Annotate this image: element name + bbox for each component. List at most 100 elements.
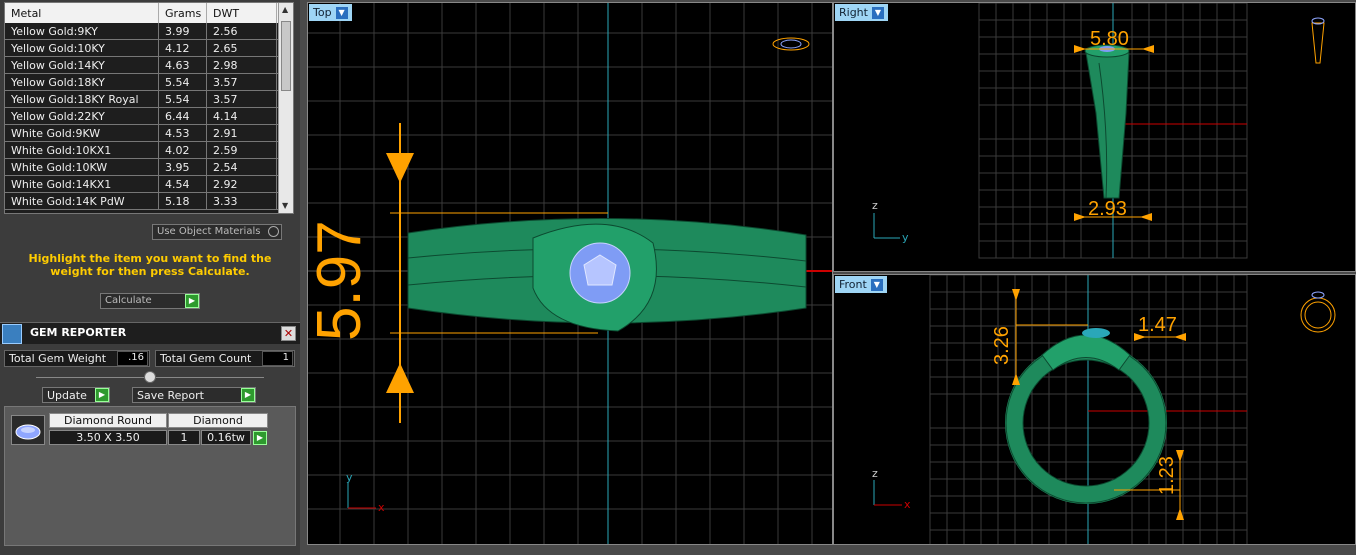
total-gem-weight-value: .16: [117, 351, 148, 366]
axis-triad-top: y x: [346, 471, 385, 514]
metal-name: Yellow Gold:9KY: [5, 23, 159, 39]
app-window: Metal Grams DWT Yellow Gold:9KY 3.99 2.56 Y…: [0, 0, 1356, 555]
dimension-front-left-value: 3.26: [991, 326, 1013, 365]
metal-dwt: 2.54: [207, 159, 277, 175]
table-row[interactable]: Yellow Gold:10KY 4.12 2.65: [5, 40, 293, 57]
use-object-materials-label: Use Object Materials: [157, 226, 261, 237]
metal-dwt: 2.91: [207, 125, 277, 141]
gem-reporter-title: GEM REPORTER: [30, 326, 127, 339]
viewport-right[interactable]: Right ▼ 5.80 2.93 z y: [833, 2, 1356, 272]
left-panel: Metal Grams DWT Yellow Gold:9KY 3.99 2.56 Y…: [0, 0, 300, 555]
axis-top-x-label: x: [378, 501, 385, 514]
metal-table-body: Yellow Gold:9KY 3.99 2.56 Yellow Gold:10KY 4…: [5, 23, 293, 210]
viewport-front-name: Front: [839, 278, 867, 291]
gem-material[interactable]: Diamond: [168, 413, 268, 428]
axis-top-y-label: y: [346, 471, 353, 484]
table-row[interactable]: Yellow Gold:18KY Royal 5.54 3.57: [5, 91, 293, 108]
metal-dwt: 4.14: [207, 108, 277, 124]
table-row[interactable]: Yellow Gold:18KY 5.54 3.57: [5, 74, 293, 91]
metal-name: Yellow Gold:18KY: [5, 74, 159, 90]
ring-front-view[interactable]: [1005, 328, 1167, 504]
scroll-down-icon[interactable]: ▼: [282, 201, 288, 210]
metal-table-scrollbar[interactable]: ▲ ▼: [278, 3, 293, 213]
chevron-down-icon[interactable]: ▼: [871, 6, 884, 19]
viewport-right-name: Right: [839, 6, 868, 19]
metal-grams: 5.18: [159, 193, 207, 209]
toggle-icon: [268, 226, 279, 237]
dimension-front-right-value: 1.47: [1138, 314, 1177, 336]
save-report-go-icon[interactable]: ▶: [241, 388, 255, 402]
metal-name: Yellow Gold:14KY: [5, 57, 159, 73]
metal-grams: 3.95: [159, 159, 207, 175]
gem-go-icon[interactable]: ▶: [253, 431, 267, 445]
metal-name: White Gold:9KW: [5, 125, 159, 141]
update-go-icon[interactable]: ▶: [95, 388, 109, 402]
total-gem-count-value: 1: [262, 351, 293, 366]
update-label: Update: [47, 389, 87, 402]
viewport-front[interactable]: Front ▼ 3.26 1.47 1.23 z x: [833, 274, 1356, 545]
dimension-right-bottom-value: 2.93: [1088, 198, 1127, 220]
metal-dwt: 2.56: [207, 23, 277, 39]
metal-name: White Gold:14K PdW: [5, 193, 159, 209]
slider-handle[interactable]: [144, 371, 156, 383]
viewport-top-label[interactable]: Top ▼: [309, 4, 352, 21]
round-diamond-icon: [15, 424, 41, 440]
chevron-down-icon[interactable]: ▼: [870, 278, 883, 291]
axis-right-y-label: y: [902, 231, 909, 244]
metal-grams: 4.12: [159, 40, 207, 56]
viewport-right-canvas: 5.80 2.93 z y: [872, 3, 1325, 259]
metal-weight-table: Metal Grams DWT Yellow Gold:9KY 3.99 2.56 Y…: [4, 2, 294, 214]
instruction-text: Highlight the item you want to find the …: [28, 252, 272, 278]
scroll-up-icon[interactable]: ▲: [282, 5, 288, 14]
metal-name: Yellow Gold:22KY: [5, 108, 159, 124]
metal-grams: 5.54: [159, 91, 207, 107]
gem-weight: 0.16tw: [201, 430, 251, 445]
table-row[interactable]: White Gold:10KX1 4.02 2.59: [5, 142, 293, 159]
save-report-button[interactable]: Save Report: [132, 387, 256, 403]
metal-dwt: 2.59: [207, 142, 277, 158]
dimension-right-top-value: 5.80: [1090, 28, 1129, 50]
axis-right-z-label: z: [872, 199, 878, 212]
gem-shape[interactable]: Diamond Round: [49, 413, 167, 428]
metal-dwt: 3.57: [207, 91, 277, 107]
metal-grams: 4.54: [159, 176, 207, 192]
ring-side-icon: [1311, 17, 1325, 64]
gem-reporter-titlebar: GEM REPORTER ✕: [0, 322, 300, 344]
total-gem-weight-label: Total Gem Weight: [9, 352, 107, 365]
viewport-right-label[interactable]: Right ▼: [835, 4, 888, 21]
axis-front-z-label: z: [872, 467, 878, 480]
table-row[interactable]: White Gold:14K PdW 5.18 3.33: [5, 193, 293, 210]
table-row[interactable]: Yellow Gold:22KY 6.44 4.14: [5, 108, 293, 125]
column-grams[interactable]: Grams: [159, 3, 207, 23]
metal-table-header: Metal Grams DWT: [5, 3, 293, 23]
metal-grams: 5.54: [159, 74, 207, 90]
table-row[interactable]: White Gold:9KW 4.53 2.91: [5, 125, 293, 142]
close-icon[interactable]: ✕: [281, 326, 296, 341]
table-row[interactable]: Yellow Gold:14KY 4.63 2.98: [5, 57, 293, 74]
gem-thumbnail[interactable]: [11, 415, 45, 445]
metal-name: Yellow Gold:10KY: [5, 40, 159, 56]
dimension-front-bottom-value: 1.23: [1156, 456, 1178, 495]
dimension-top-value: 5.97: [308, 220, 374, 341]
ring-side-view[interactable]: [1084, 44, 1130, 199]
chevron-down-icon[interactable]: ▼: [335, 6, 348, 19]
table-row[interactable]: White Gold:14KX1 4.54 2.92: [5, 176, 293, 193]
ring-top-view[interactable]: [407, 217, 807, 332]
metal-grams: 6.44: [159, 108, 207, 124]
calculate-go-icon[interactable]: ▶: [185, 294, 199, 308]
column-dwt[interactable]: DWT: [207, 3, 277, 23]
column-metal[interactable]: Metal: [5, 3, 159, 23]
metal-dwt: 3.33: [207, 193, 277, 209]
viewport-front-label[interactable]: Front ▼: [835, 276, 887, 293]
gem-count: 1: [168, 430, 200, 445]
axis-triad-right: z y: [872, 199, 909, 244]
metal-dwt: 2.92: [207, 176, 277, 192]
table-row[interactable]: White Gold:10KW 3.95 2.54: [5, 159, 293, 176]
metal-dwt: 3.57: [207, 74, 277, 90]
table-row[interactable]: Yellow Gold:9KY 3.99 2.56: [5, 23, 293, 40]
use-object-materials-button[interactable]: Use Object Materials: [152, 224, 282, 240]
viewport-top[interactable]: Top ▼ 5.97 y x: [307, 2, 833, 545]
scroll-thumb[interactable]: [281, 21, 291, 91]
metal-grams: 4.02: [159, 142, 207, 158]
metal-name: White Gold:10KX1: [5, 142, 159, 158]
